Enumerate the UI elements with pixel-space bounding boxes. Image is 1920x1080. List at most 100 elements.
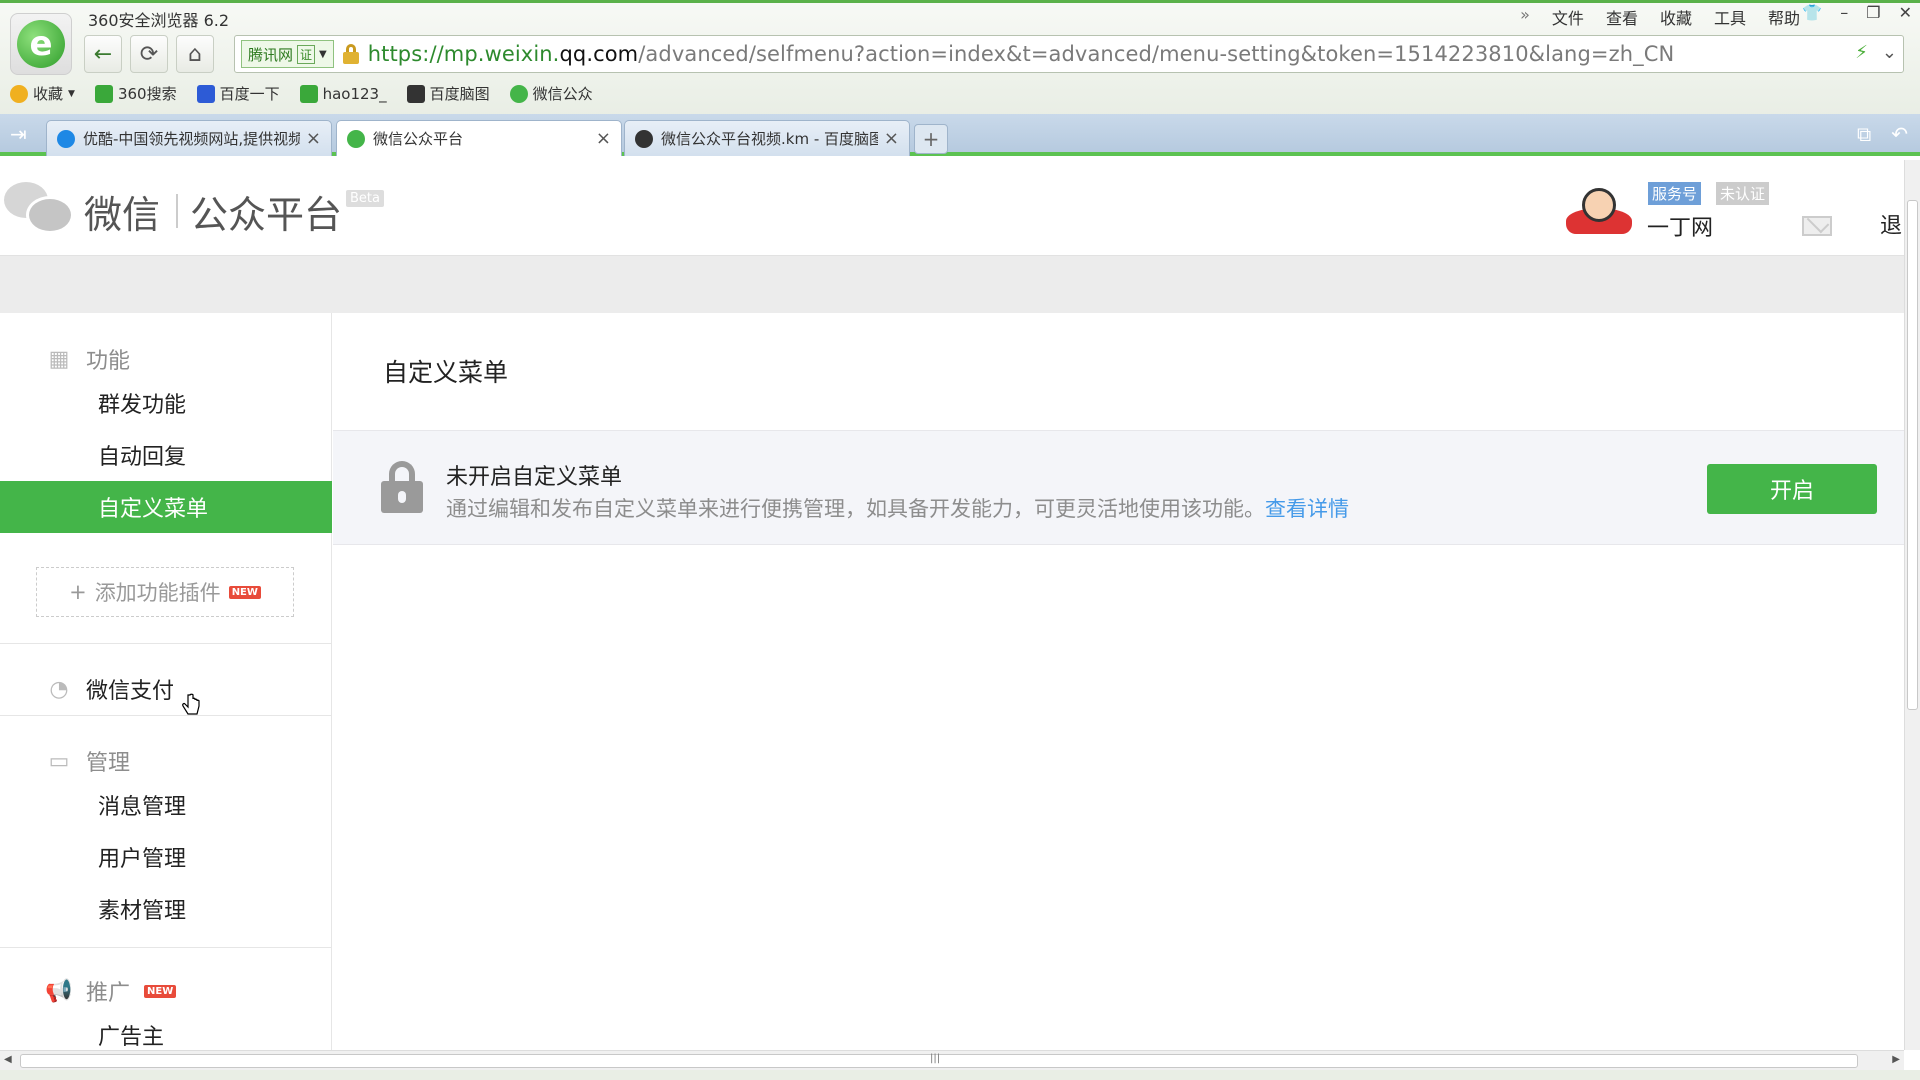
address-bar[interactable]: 腾讯网 证 ▼ https://mp.weixin.qq.com/advance… xyxy=(234,35,1904,73)
brand-name: 微信 xyxy=(84,193,161,237)
lightning-icon[interactable]: ⚡ xyxy=(1855,42,1868,63)
restore-tabs-icon[interactable]: ⧉ xyxy=(1857,122,1871,146)
arrow-right-icon[interactable]: ▶ xyxy=(1892,1054,1900,1065)
tab-label: 微信公众平台 xyxy=(373,130,464,148)
sidebar: ▦ 功能 群发功能 自动回复 自定义菜单 + 添加功能插件 NEW ◔ 微信支付… xyxy=(0,313,332,1050)
nav-buttons: ← ⟳ ⌂ xyxy=(84,35,214,73)
sidebar-item-auto-reply[interactable]: 自动回复 xyxy=(0,429,332,481)
bookmark-label: 收藏 xyxy=(33,85,64,103)
view-details-link[interactable]: 查看详情 xyxy=(1265,497,1349,521)
close-icon[interactable]: × xyxy=(596,128,611,149)
new-tab-button[interactable]: + xyxy=(914,124,948,154)
new-badge: NEW xyxy=(144,984,177,998)
add-plugin-label: 添加功能插件 xyxy=(94,581,221,605)
sidebar-item-advertiser[interactable]: 广告主 xyxy=(0,1009,332,1050)
account-name[interactable]: 一丁网 xyxy=(1647,210,1713,242)
wechat-logo-icon[interactable] xyxy=(4,178,74,234)
avatar[interactable] xyxy=(1566,182,1632,236)
owl-icon xyxy=(635,129,653,148)
sidebar-item-custom-menu[interactable]: 自定义菜单 xyxy=(0,481,332,533)
inbox-icon: ▭ xyxy=(48,748,70,774)
bookmark-label: 百度一下 xyxy=(219,85,280,103)
notice-description: 通过编辑和发布自定义菜单来进行便携管理，如具备开发能力，可更灵活地使用该功能。查… xyxy=(446,493,1349,523)
notice-text: 通过编辑和发布自定义菜单来进行便携管理，如具备开发能力，可更灵活地使用该功能。 xyxy=(446,497,1265,521)
url-text[interactable]: https://mp.weixin.qq.com/advanced/selfme… xyxy=(368,42,1675,66)
sidebar-item-mass-send[interactable]: 群发功能 xyxy=(0,377,332,429)
lock-icon xyxy=(381,461,423,513)
sidebar-group-promotion: 📢 推广 NEW xyxy=(45,975,177,1007)
horizontal-scrollbar[interactable]: ◀ ||| ▶ xyxy=(0,1050,1904,1070)
sidebar-divider xyxy=(0,947,332,948)
skin-icon[interactable]: 👕 xyxy=(1802,3,1822,22)
megaphone-icon: 📢 xyxy=(45,978,73,1004)
bookmark-label: 微信公众 xyxy=(532,85,593,103)
sidebar-item-users[interactable]: 用户管理 xyxy=(0,831,332,883)
close-icon[interactable]: × xyxy=(306,128,321,149)
bookmark-baidu[interactable]: 百度一下 xyxy=(196,83,280,104)
bookmark-360search[interactable]: 360搜索 xyxy=(94,83,177,104)
menu-help[interactable]: 帮助 xyxy=(1768,5,1800,29)
sidebar-toggle-icon[interactable]: ⇥ xyxy=(10,122,27,146)
chevron-down-icon: ▼ xyxy=(319,48,327,60)
address-actions: ⚡ ⌄ xyxy=(1855,42,1897,63)
window-controls: 👕 – ❐ ✕ xyxy=(1802,3,1912,22)
status-bar xyxy=(0,1070,1920,1080)
tab-label: 微信公众平台视频.km - 百度脑图 xyxy=(661,130,878,148)
sidebar-divider xyxy=(0,643,332,644)
menu-view[interactable]: 查看 xyxy=(1606,5,1638,29)
unverified-badge: 未认证 xyxy=(1716,182,1770,205)
bookmark-wechat[interactable]: 微信公众 xyxy=(509,83,593,104)
chevron-down-icon[interactable]: ⌄ xyxy=(1882,42,1897,63)
bookmark-label: hao123_ xyxy=(322,84,387,103)
logout-link[interactable]: 退 xyxy=(1880,208,1902,240)
vertical-scrollbar[interactable] xyxy=(1904,160,1920,1050)
refresh-button[interactable]: ⟳ xyxy=(130,35,168,73)
sidebar-group-features: ▦ 功能 xyxy=(46,343,130,375)
bookmark-favorites[interactable]: 收藏 ▼ xyxy=(10,83,75,104)
refresh-icon: ⟳ xyxy=(139,41,159,67)
wechat-icon xyxy=(509,84,528,103)
bookmark-hao123[interactable]: hao123_ xyxy=(299,84,387,103)
minimize-button[interactable]: – xyxy=(1840,3,1848,22)
lock-icon xyxy=(342,44,360,64)
home-icon: ⌂ xyxy=(188,41,202,67)
close-window-button[interactable]: ✕ xyxy=(1899,3,1912,22)
arrow-left-icon: ← xyxy=(93,41,113,67)
url-path: /advanced/selfmenu?action=index&t=advanc… xyxy=(638,42,1675,66)
browser-logo-icon[interactable]: e xyxy=(10,13,72,75)
bookmark-label: 360搜索 xyxy=(117,85,177,103)
brand-divider xyxy=(176,194,178,228)
arrow-left-icon[interactable]: ◀ xyxy=(4,1054,12,1065)
tab-wechat-platform[interactable]: 微信公众平台 × xyxy=(336,120,622,156)
wechat-icon xyxy=(347,129,365,148)
sidebar-item-messages[interactable]: 消息管理 xyxy=(0,779,332,831)
menu-disabled-notice: 未开启自定义菜单 通过编辑和发布自定义菜单来进行便携管理，如具备开发能力，可更灵… xyxy=(333,430,1904,545)
menu-favorites[interactable]: 收藏 xyxy=(1660,5,1692,29)
sidebar-group-label: 推广 xyxy=(86,981,131,1006)
tab-naotu[interactable]: 微信公众平台视频.km - 百度脑图 × xyxy=(624,120,910,156)
browser-chrome: e 360安全浏览器 6.2 » 文件 查看 收藏 工具 帮助 👕 – ❐ ✕ … xyxy=(0,0,1920,115)
undo-close-icon[interactable]: ↶ xyxy=(1891,122,1908,146)
menu-file[interactable]: 文件 xyxy=(1552,5,1584,29)
chevron-down-icon: ▼ xyxy=(68,88,75,99)
tab-youku[interactable]: 优酷-中国领先视频网站,提供视频 × xyxy=(46,120,332,156)
enable-button[interactable]: 开启 xyxy=(1707,464,1877,514)
add-plugin-button[interactable]: + 添加功能插件 NEW xyxy=(36,567,294,617)
menu-tools[interactable]: 工具 xyxy=(1714,5,1746,29)
mail-icon[interactable] xyxy=(1802,216,1832,236)
sidebar-item-wechat-pay[interactable]: ◔ 微信支付 xyxy=(46,673,174,705)
cert-badge: 证 xyxy=(297,44,316,64)
menu-expand-icon[interactable]: » xyxy=(1520,5,1530,29)
sidebar-item-materials[interactable]: 素材管理 xyxy=(0,883,332,935)
home-button[interactable]: ⌂ xyxy=(176,35,214,73)
restore-button[interactable]: ❐ xyxy=(1866,3,1880,22)
sidebar-group-manage: ▭ 管理 xyxy=(46,745,130,777)
close-icon[interactable]: × xyxy=(884,128,899,149)
web-page: 微信 公众平台 Beta 服务号 未认证 一丁网 退 ▦ 功能 群发功能 自动回… xyxy=(0,160,1904,1050)
sidebar-divider xyxy=(0,715,332,716)
scrollbar-thumb[interactable] xyxy=(1907,200,1918,710)
back-button[interactable]: ← xyxy=(84,35,122,73)
tab-strip-actions: ⧉ ↶ xyxy=(1857,122,1908,146)
site-badge[interactable]: 腾讯网 证 ▼ xyxy=(241,40,334,68)
bookmark-naotu[interactable]: 百度脑图 xyxy=(406,83,490,104)
